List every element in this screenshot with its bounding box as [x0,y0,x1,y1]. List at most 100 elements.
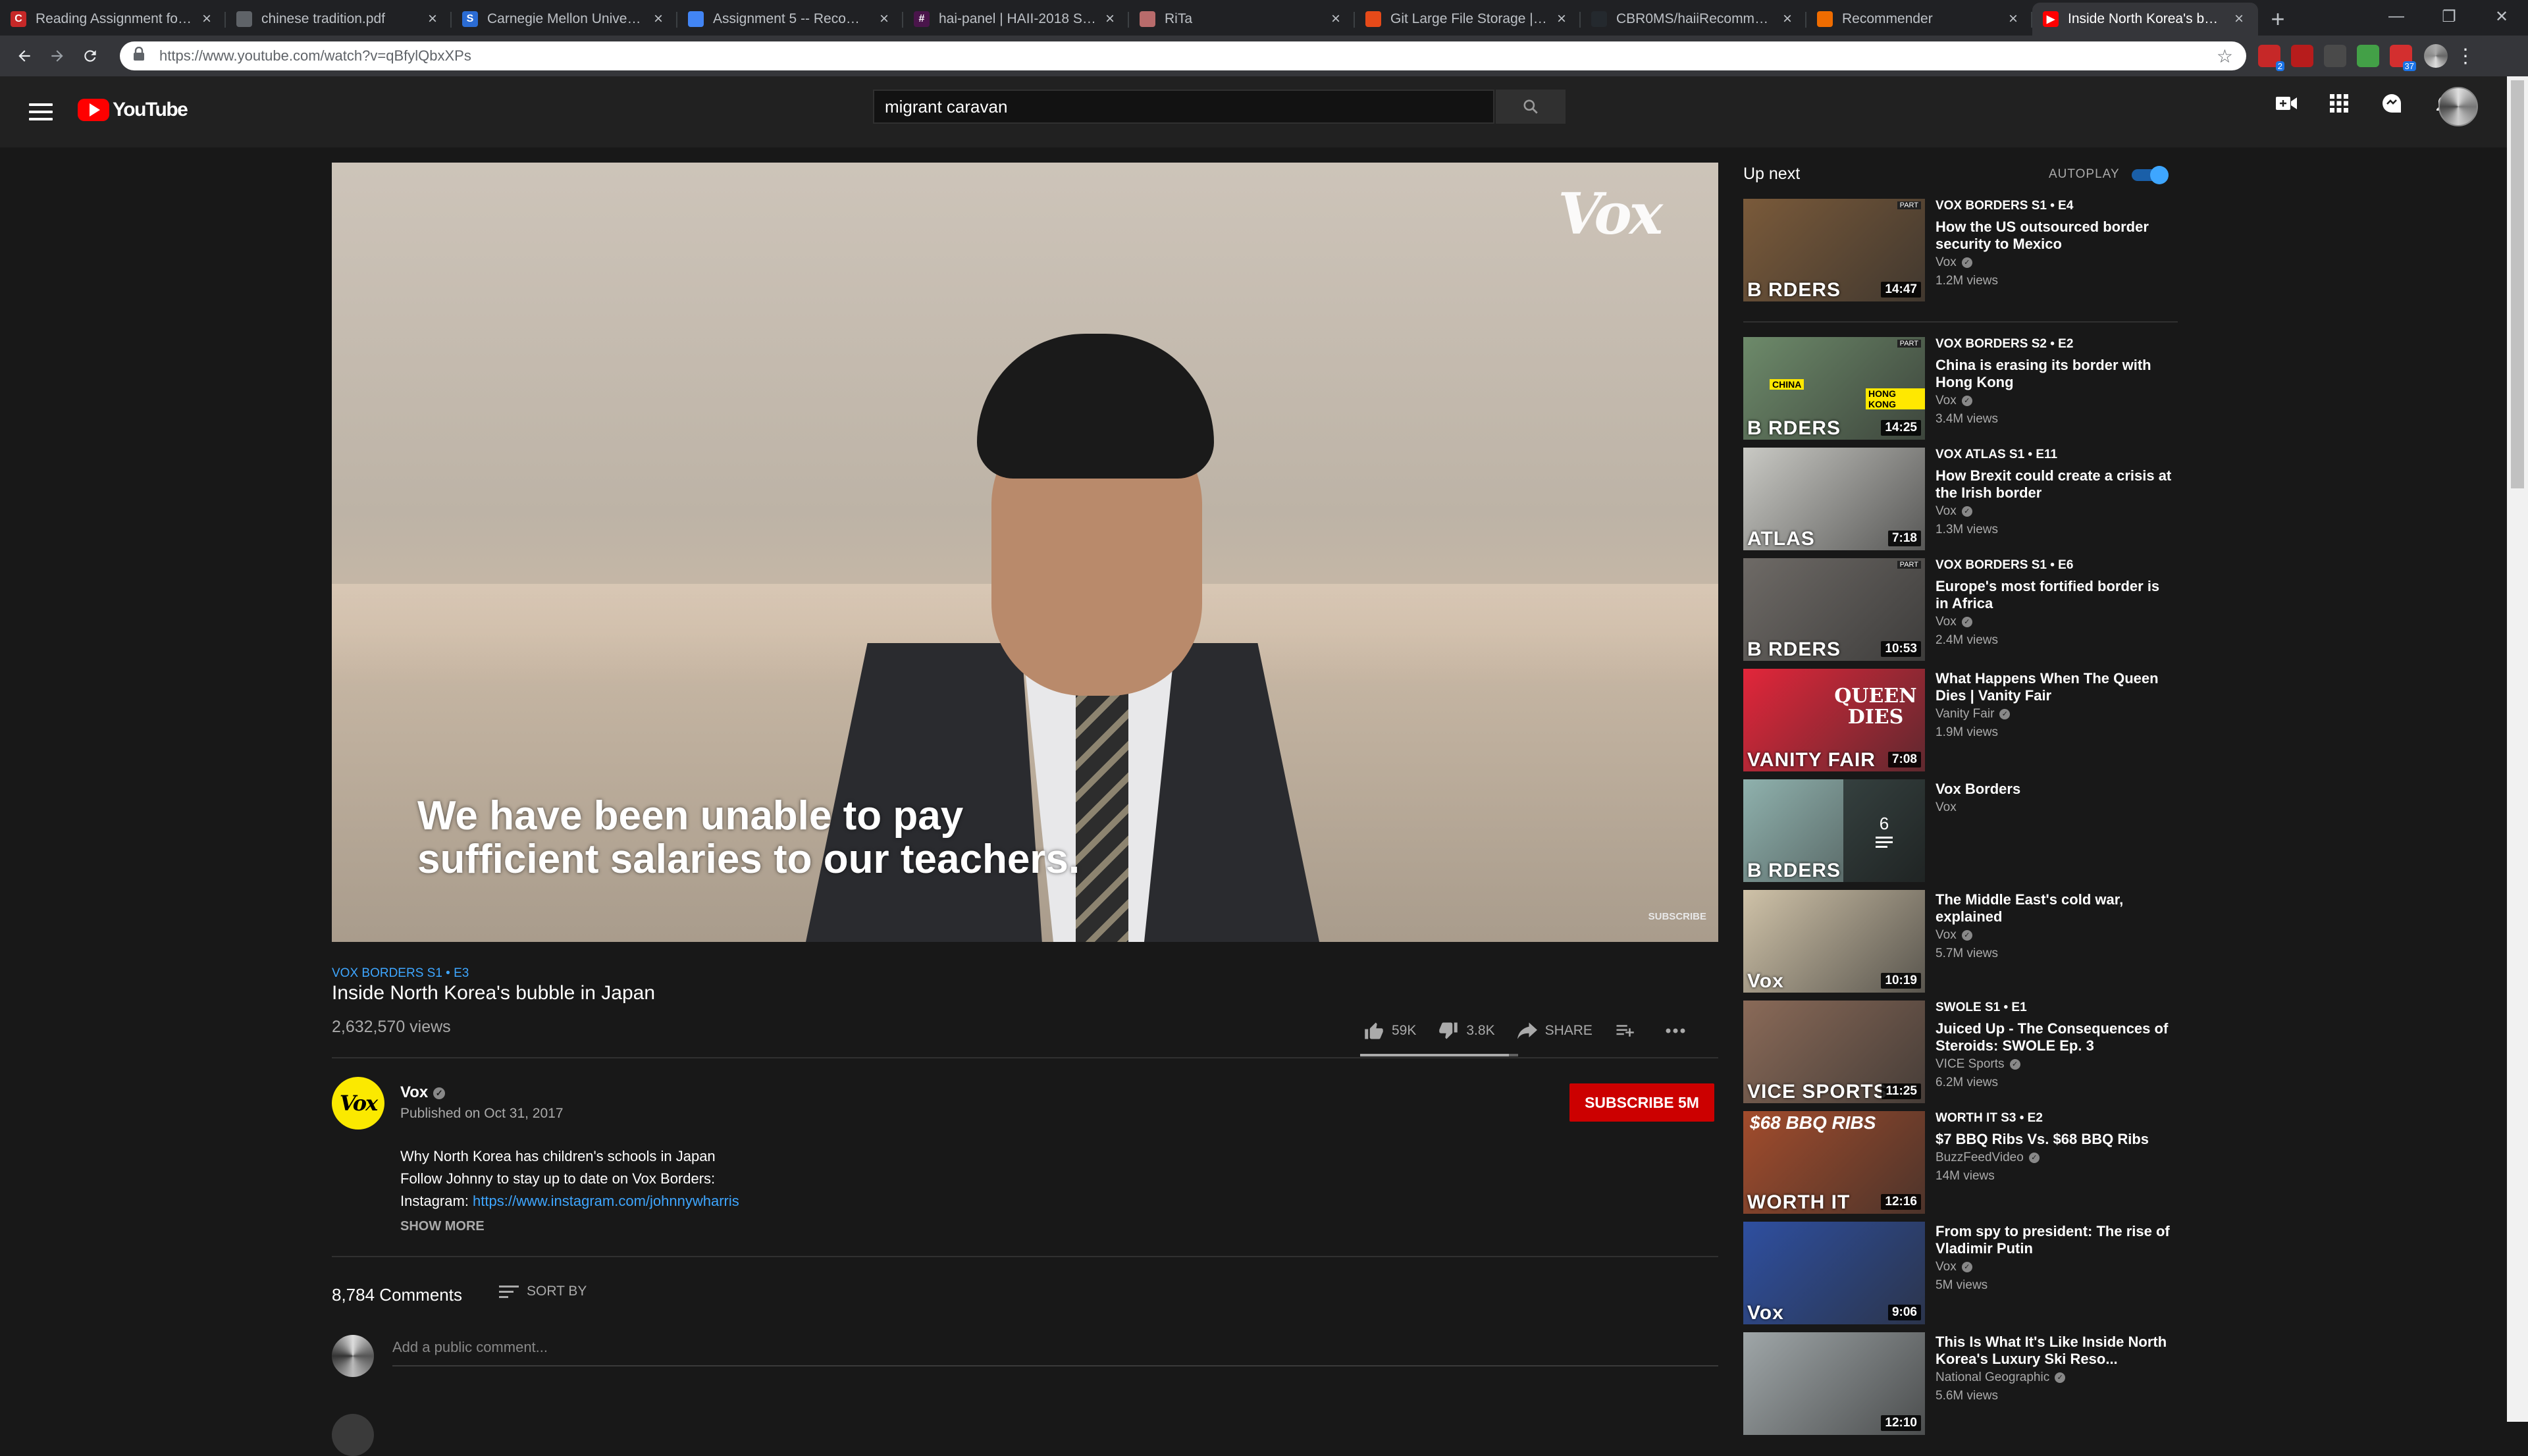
recommended-channel-name[interactable]: Vox [1936,394,1957,407]
video-thumbnail[interactable]: B RDERS CHINA HONG KONG PART 14:25 [1743,337,1925,440]
recommended-channel-name[interactable]: Vox [1936,928,1957,942]
address-bar[interactable]: https://www.youtube.com/watch?v=qBfylQbx… [120,41,2246,70]
recommended-video[interactable]: B RDERS PART 10:53 VOX BORDERS S1 • E6 Europ… [1743,558,2178,663]
browser-tab[interactable]: Assignment 5 -- Recommen × [677,3,903,36]
channel-name-text[interactable]: Vox [400,1083,428,1101]
browser-tab[interactable]: ▶ Inside North Korea's bubble × [2032,3,2258,36]
series-tag-link[interactable]: VOX BORDERS S1 • E3 [332,966,469,981]
series-label[interactable]: VOX BORDERS S1 • E6 [1936,558,2073,573]
more-actions-button[interactable] [1665,1027,1694,1034]
forward-button[interactable] [41,39,74,72]
create-video-icon[interactable] [2275,92,2298,115]
subscribe-button[interactable]: SUBSCRIBE 5M [1569,1083,1714,1122]
autoplay-toggle[interactable] [2132,166,2170,184]
recommended-video[interactable]: VICE SPORTS 11:25 SWOLE S1 • E1 Juiced Up -… [1743,1001,2178,1106]
sort-by-button[interactable]: SORT BY [499,1284,587,1299]
recommended-channel-name[interactable]: Vox [1936,255,1957,269]
subscribe-watermark[interactable]: SUBSCRIBE [1648,911,1706,922]
series-label[interactable]: VOX BORDERS S2 • E2 [1936,337,2073,351]
like-button[interactable]: 59K [1364,1022,1416,1040]
share-button[interactable]: SHARE [1517,1022,1593,1039]
recommended-channel-name[interactable]: Vox [1936,1260,1957,1274]
recommended-channel-name[interactable]: National Geographic [1936,1370,2049,1384]
recommended-channel-name[interactable]: Vanity Fair [1936,707,1994,721]
extension-icon[interactable] [2357,45,2379,67]
reload-button[interactable] [74,39,107,72]
recommended-video-title[interactable]: How Brexit could create a crisis at the … [1936,467,2172,502]
extension-icon[interactable]: 2 [2258,45,2284,71]
new-tab-button[interactable]: + [2258,3,2298,36]
guide-menu-icon[interactable] [29,97,53,126]
browser-tab[interactable]: Git Large File Storage | Git L × [1355,3,1581,36]
browser-tab[interactable]: S Carnegie Mellon University × [452,3,677,36]
browser-menu-icon[interactable]: ⋮ [2456,45,2475,68]
save-to-playlist-button[interactable] [1615,1022,1643,1039]
recommended-video-title[interactable]: Vox Borders [1936,781,2172,798]
recommended-video-title[interactable]: $7 BBQ Ribs Vs. $68 BBQ Ribs [1936,1131,2172,1148]
recommended-video-title[interactable]: How the US outsourced border security to… [1936,219,2172,253]
browser-tab[interactable]: Recommender × [1806,3,2032,36]
recommended-channel-name[interactable]: Vox [1936,615,1957,629]
apps-grid-icon[interactable] [2328,92,2350,115]
messages-icon[interactable] [2381,92,2403,115]
close-window-button[interactable]: ✕ [2475,0,2528,33]
bookmark-star-icon[interactable]: ☆ [2217,45,2233,67]
recommended-channel[interactable]: Vox ✓ [1936,928,1972,943]
series-label[interactable]: SWOLE S1 • E1 [1936,1001,2027,1015]
tab-close-icon[interactable]: × [198,10,215,28]
series-label[interactable]: WORTH IT S3 • E2 [1936,1111,2043,1126]
search-button[interactable] [1496,90,1566,124]
channel-name[interactable]: Vox ✓ [400,1083,446,1102]
video-thumbnail[interactable]: B RDERS 6 [1743,779,1925,882]
back-button[interactable] [8,39,41,72]
comment-input[interactable]: Add a public comment... [392,1339,1718,1366]
browser-tab[interactable]: C Reading Assignment for We × [0,3,226,36]
recommended-video-title[interactable]: From spy to president: The rise of Vladi… [1936,1223,2172,1257]
tab-close-icon[interactable]: × [1779,10,1796,28]
video-thumbnail[interactable]: 12:10 [1743,1332,1925,1435]
dislike-button[interactable]: 3.8K [1438,1022,1495,1040]
video-thumbnail[interactable]: VICE SPORTS 11:25 [1743,1001,1925,1103]
recommended-video[interactable]: B RDERS CHINA HONG KONG PART 14:25 VOX BORDER… [1743,337,2178,442]
video-thumbnail[interactable]: ATLAS 7:18 [1743,448,1925,550]
tab-close-icon[interactable]: × [2005,10,2022,28]
extension-icon[interactable] [2291,45,2313,67]
recommended-channel[interactable]: Vox ✓ [1936,504,1972,519]
recommended-video-title[interactable]: This Is What It's Like Inside North Kore… [1936,1334,2172,1368]
extension-icon[interactable]: 37 [2390,45,2416,71]
recommended-channel[interactable]: BuzzFeedVideo ✓ [1936,1151,2040,1165]
youtube-logo[interactable]: YouTube [78,99,188,121]
scrollbar-thumb[interactable] [2511,80,2524,488]
recommended-channel[interactable]: Vox ✓ [1936,1260,1972,1274]
tab-close-icon[interactable]: × [424,10,441,28]
instagram-link[interactable]: https://www.instagram.com/johnnywharris [473,1193,739,1209]
video-thumbnail[interactable]: B RDERS PART 10:53 [1743,558,1925,661]
recommended-channel-name[interactable]: Vox [1936,504,1957,518]
recommended-video[interactable]: B RDERS PART 14:47 VOX BORDERS S1 • E4 How t… [1743,199,2178,304]
recommended-channel-name[interactable]: BuzzFeedVideo [1936,1151,2024,1164]
video-player[interactable]: Vox We have been unable to pay sufficien… [332,163,1718,942]
recommended-video-title[interactable]: Juiced Up - The Consequences of Steroids… [1936,1020,2172,1054]
tab-close-icon[interactable]: × [1553,10,1570,28]
recommended-video[interactable]: Vox 10:19 The Middle East's cold war, expl… [1743,890,2178,995]
browser-profile-avatar[interactable] [2424,44,2448,68]
recommended-channel[interactable]: Vox ✓ [1936,615,1972,629]
recommended-video-title[interactable]: The Middle East's cold war, explained [1936,891,2172,925]
extension-icon[interactable] [2324,45,2346,67]
recommended-channel[interactable]: Vox [1936,800,1957,815]
recommended-channel[interactable]: National Geographic ✓ [1936,1370,2066,1385]
recommended-channel[interactable]: Vox ✓ [1936,255,1972,270]
tab-close-icon[interactable]: × [1327,10,1344,28]
comment-author-avatar[interactable] [332,1414,374,1456]
recommended-video[interactable]: VANITY FAIR QUEEN DIES 7:08 What Happens Wh… [1743,669,2178,774]
search-input[interactable]: migrant caravan [873,90,1494,124]
minimize-button[interactable]: — [2370,0,2423,33]
recommended-channel-name[interactable]: VICE Sports [1936,1057,2005,1071]
show-more-button[interactable]: SHOW MORE [400,1219,485,1234]
browser-tab[interactable]: RiTa × [1129,3,1355,36]
channel-avatar[interactable]: Vox [332,1077,384,1130]
browser-tab[interactable]: # hai-panel | HAII-2018 Slack × [903,3,1129,36]
video-thumbnail[interactable]: Vox 10:19 [1743,890,1925,993]
tab-close-icon[interactable]: × [1101,10,1119,28]
recommended-video-title[interactable]: What Happens When The Queen Dies | Vanit… [1936,670,2172,704]
